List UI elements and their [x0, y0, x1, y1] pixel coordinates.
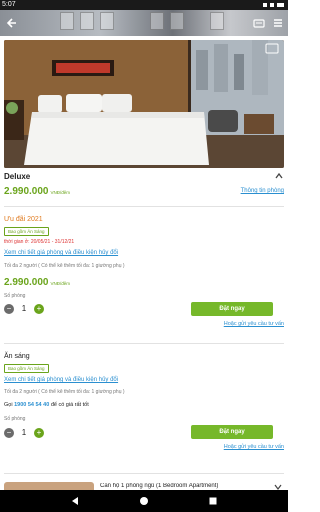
stay-period: thời gian ở: 20/05/21 - 31/12/21 [4, 239, 75, 245]
cart-icon[interactable] [250, 14, 268, 32]
room-name: Deluxe [4, 172, 31, 181]
offer-price-value: 2.990.000 [4, 277, 49, 288]
chevron-up-icon[interactable] [274, 171, 284, 181]
breakfast-badge: Bao gồm Ăn Sáng [4, 364, 49, 373]
hotline-number[interactable]: 1900 54 54 40 [14, 402, 49, 408]
book-now-button[interactable]: Đặt ngay [191, 425, 273, 439]
book-now-button[interactable]: Đặt ngay [191, 302, 273, 316]
minus-icon[interactable]: − [4, 428, 14, 438]
next-room-title[interactable]: Căn hộ 1 phòng ngủ (1 Bedroom Apartment) [100, 483, 270, 489]
room-price-unit: VNĐ/đêm [50, 190, 71, 195]
divider [4, 473, 284, 474]
header-hero-image [0, 10, 288, 36]
status-time: 5:07 [2, 1, 16, 8]
quantity-stepper: − 1 + [4, 428, 48, 438]
consult-request-link[interactable]: Hoặc gửi yêu cầu tư vấn [224, 444, 284, 450]
rooms-label: Số phòng [4, 293, 26, 299]
room-photo[interactable] [4, 40, 284, 168]
divider [4, 206, 284, 207]
capacity-note: Tối đa 2 người ( Có thể kê thêm tối đa: … [4, 263, 125, 269]
hotline-note: Gọi 1900 54 54 40 để có giá rất tốt [4, 402, 89, 408]
plus-icon[interactable]: + [34, 428, 44, 438]
consult-request-link[interactable]: Hoặc gửi yêu cầu tư vấn [224, 321, 284, 327]
quantity-stepper: − 1 + [4, 304, 48, 314]
nav-back-icon[interactable] [70, 496, 80, 506]
system-nav-bar [0, 490, 288, 512]
room-price-value: 2.990.000 [4, 186, 49, 197]
room-info-link[interactable]: Thông tin phòng [241, 188, 284, 194]
nav-recent-icon[interactable] [208, 496, 218, 506]
offer-price: 2.990.000 VNĐ/đêm [4, 277, 70, 288]
hotline-suffix: để có giá rất tốt [50, 402, 89, 408]
back-arrow-icon[interactable] [2, 14, 20, 32]
quantity-value: 1 [21, 304, 27, 313]
quantity-value: 1 [21, 428, 27, 437]
offer-title: Ăn sáng [4, 353, 30, 360]
price-detail-link[interactable]: Xem chi tiết giá phòng và điều kiện hủy … [4, 377, 118, 383]
nav-home-icon[interactable] [139, 496, 149, 506]
price-detail-link[interactable]: Xem chi tiết giá phòng và điều kiện hủy … [4, 250, 118, 256]
rooms-label: Số phòng [4, 416, 26, 422]
offer-price-unit: VNĐ/đêm [50, 281, 71, 286]
minus-icon[interactable]: − [4, 304, 14, 314]
menu-icon[interactable] [269, 14, 287, 32]
hotline-prefix: Gọi [4, 402, 13, 408]
divider [4, 343, 284, 344]
capacity-note: Tối đa 2 người ( Có thể kê thêm tối đa: … [4, 389, 125, 395]
status-bar: 5:07 [0, 0, 288, 10]
system-status-icons [263, 3, 284, 7]
offer-title: Ưu đãi 2021 [4, 216, 43, 223]
breakfast-badge: Bao gồm Ăn Sáng [4, 227, 49, 236]
room-price: 2.990.000 VNĐ/đêm [4, 186, 70, 197]
plus-icon[interactable]: + [34, 304, 44, 314]
